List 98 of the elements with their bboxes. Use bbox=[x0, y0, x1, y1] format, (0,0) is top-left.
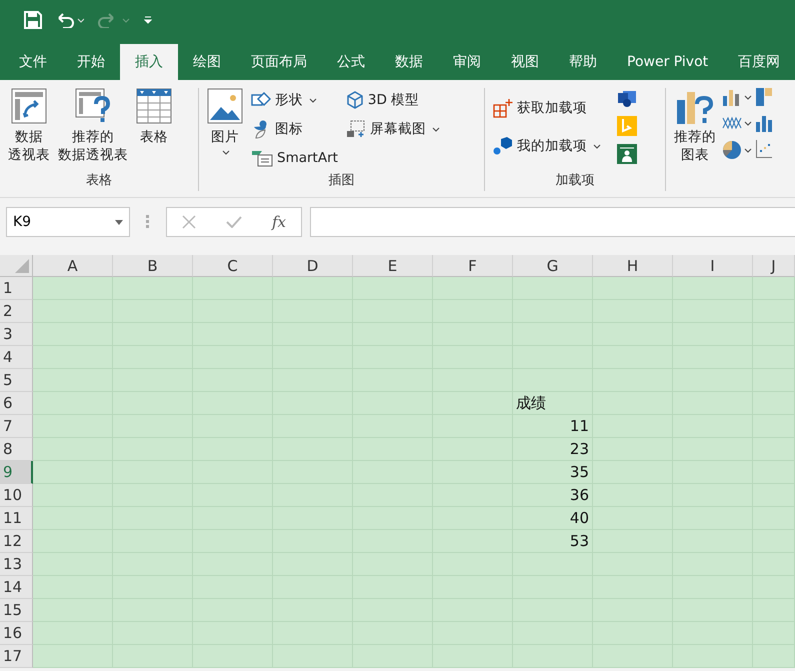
formula-input[interactable] bbox=[310, 207, 795, 237]
row-header[interactable]: 8 bbox=[0, 438, 33, 461]
recommended-pivot-button[interactable]: 推荐的 数据透视表 bbox=[56, 88, 130, 171]
caret-icon bbox=[222, 150, 230, 155]
row-header[interactable]: 15 bbox=[0, 599, 33, 622]
column-header[interactable]: E bbox=[353, 255, 433, 277]
ribbon-tab[interactable]: 绘图 bbox=[178, 44, 236, 80]
pivot-table-question-icon bbox=[75, 88, 111, 124]
row-header[interactable]: 14 bbox=[0, 576, 33, 599]
pivot-button[interactable]: 数据 透视表 bbox=[6, 88, 52, 171]
column-header[interactable]: I bbox=[673, 255, 753, 277]
save-icon[interactable] bbox=[24, 11, 42, 29]
ribbon-tab[interactable]: 视图 bbox=[496, 44, 554, 80]
ribbon-tab[interactable]: 审阅 bbox=[438, 44, 496, 80]
column-header[interactable]: F bbox=[433, 255, 513, 277]
row-header[interactable]: 7 bbox=[0, 415, 33, 438]
bar-chart-icon[interactable] bbox=[722, 88, 742, 106]
add-grid-icon bbox=[493, 98, 513, 118]
table-button[interactable]: 表格 bbox=[134, 88, 174, 171]
caret-icon bbox=[744, 120, 752, 126]
table-cell: 53 bbox=[513, 530, 593, 553]
ribbon-tab[interactable]: 页面布局 bbox=[236, 44, 322, 80]
model3d-button[interactable]: 3D 模型 bbox=[344, 88, 442, 112]
name-box[interactable]: K9 bbox=[6, 207, 130, 237]
row-header[interactable]: 16 bbox=[0, 622, 33, 645]
table-cell bbox=[753, 277, 795, 300]
picture-icon bbox=[207, 88, 243, 124]
column-chart-icon[interactable] bbox=[756, 114, 772, 132]
ribbon-tab[interactable]: 数据 bbox=[380, 44, 438, 80]
column-header[interactable]: A bbox=[33, 255, 113, 277]
row-header[interactable]: 10 bbox=[0, 484, 33, 507]
hierarchy-chart-icon[interactable] bbox=[756, 88, 772, 106]
icons-button[interactable]: 图标 bbox=[249, 117, 340, 141]
visio-icon[interactable] bbox=[617, 88, 637, 108]
undo-icon[interactable] bbox=[56, 12, 84, 28]
group-label: 加载项 bbox=[554, 172, 596, 190]
column-header[interactable]: J bbox=[753, 255, 795, 277]
caret-icon bbox=[744, 94, 752, 100]
column-header[interactable]: B bbox=[113, 255, 193, 277]
cube-icon bbox=[346, 91, 364, 109]
customize-toolbar-icon[interactable] bbox=[144, 16, 152, 24]
picture-button[interactable]: 图片 bbox=[205, 88, 245, 171]
table-cell bbox=[753, 645, 795, 668]
grip-icon bbox=[146, 215, 150, 229]
ribbon-tab[interactable]: 百度网 bbox=[723, 44, 795, 80]
pie-chart-icon[interactable] bbox=[722, 140, 742, 160]
ribbon-tab[interactable]: 公式 bbox=[322, 44, 380, 80]
row-header[interactable]: 11 bbox=[0, 507, 33, 530]
row-header[interactable]: 13 bbox=[0, 553, 33, 576]
button-label-line: 图表 bbox=[681, 146, 709, 164]
button-label-line: 透视表 bbox=[8, 146, 50, 164]
ribbon-tab[interactable]: Power Pivot bbox=[612, 44, 724, 80]
button-label-line: 推荐的 bbox=[72, 128, 114, 146]
row-header[interactable]: 12 bbox=[0, 530, 33, 553]
column-header[interactable]: G bbox=[513, 255, 593, 277]
get-button[interactable]: 获取加载项 bbox=[491, 96, 603, 120]
ribbon-tab[interactable]: 开始 bbox=[62, 44, 120, 80]
group-label: 插图 bbox=[328, 172, 356, 190]
table-icon bbox=[136, 88, 172, 124]
table-cell: 11 bbox=[513, 415, 593, 438]
smartart-icon bbox=[251, 149, 273, 167]
row-header[interactable]: 4 bbox=[0, 346, 33, 369]
row-header[interactable]: 9 bbox=[0, 461, 33, 484]
check-icon[interactable] bbox=[226, 216, 242, 228]
table-cell: 36 bbox=[513, 484, 593, 507]
table-cell: 成绩 bbox=[513, 392, 593, 415]
insert-function-icon[interactable]: fx bbox=[272, 213, 286, 231]
caret-icon bbox=[744, 148, 752, 152]
ribbon-tab[interactable]: 文件 bbox=[4, 44, 62, 80]
shapes-button[interactable]: 形状 bbox=[249, 88, 340, 112]
people-graph-icon[interactable] bbox=[617, 144, 637, 164]
table-cell: 35 bbox=[513, 461, 593, 484]
row-header[interactable]: 1 bbox=[0, 277, 33, 300]
button-label-line: 数据 bbox=[15, 128, 43, 146]
button-label-line: 表格 bbox=[140, 128, 168, 146]
scatter-chart-icon[interactable] bbox=[756, 140, 772, 158]
screenshot-button[interactable]: 屏幕截图 bbox=[344, 117, 442, 141]
ribbon-tab[interactable]: 帮助 bbox=[554, 44, 612, 80]
column-header[interactable]: H bbox=[593, 255, 673, 277]
smartart-button[interactable]: SmartArt bbox=[249, 146, 340, 170]
pivot-table-icon bbox=[11, 88, 47, 124]
hexagon-blocks-icon bbox=[493, 136, 513, 156]
column-header[interactable]: D bbox=[273, 255, 353, 277]
row-header[interactable]: 17 bbox=[0, 645, 33, 668]
group-label: 表格 bbox=[85, 172, 113, 190]
recommended-charts-button[interactable]: 推荐的 图表 bbox=[672, 88, 718, 191]
button-label-line: 推荐的 bbox=[674, 128, 716, 146]
screenshot-icon bbox=[346, 120, 366, 138]
row-header[interactable]: 5 bbox=[0, 369, 33, 392]
row-header[interactable]: 2 bbox=[0, 300, 33, 323]
table-cell: 23 bbox=[513, 438, 593, 461]
button-label-line: 数据透视表 bbox=[58, 146, 128, 164]
row-header[interactable]: 6 bbox=[0, 392, 33, 415]
row-header[interactable]: 3 bbox=[0, 323, 33, 346]
my-button[interactable]: 我的加载项 bbox=[491, 134, 603, 158]
ribbon-tab[interactable]: 插入 bbox=[120, 44, 178, 80]
table-cell: 40 bbox=[513, 507, 593, 530]
column-header[interactable]: C bbox=[193, 255, 273, 277]
